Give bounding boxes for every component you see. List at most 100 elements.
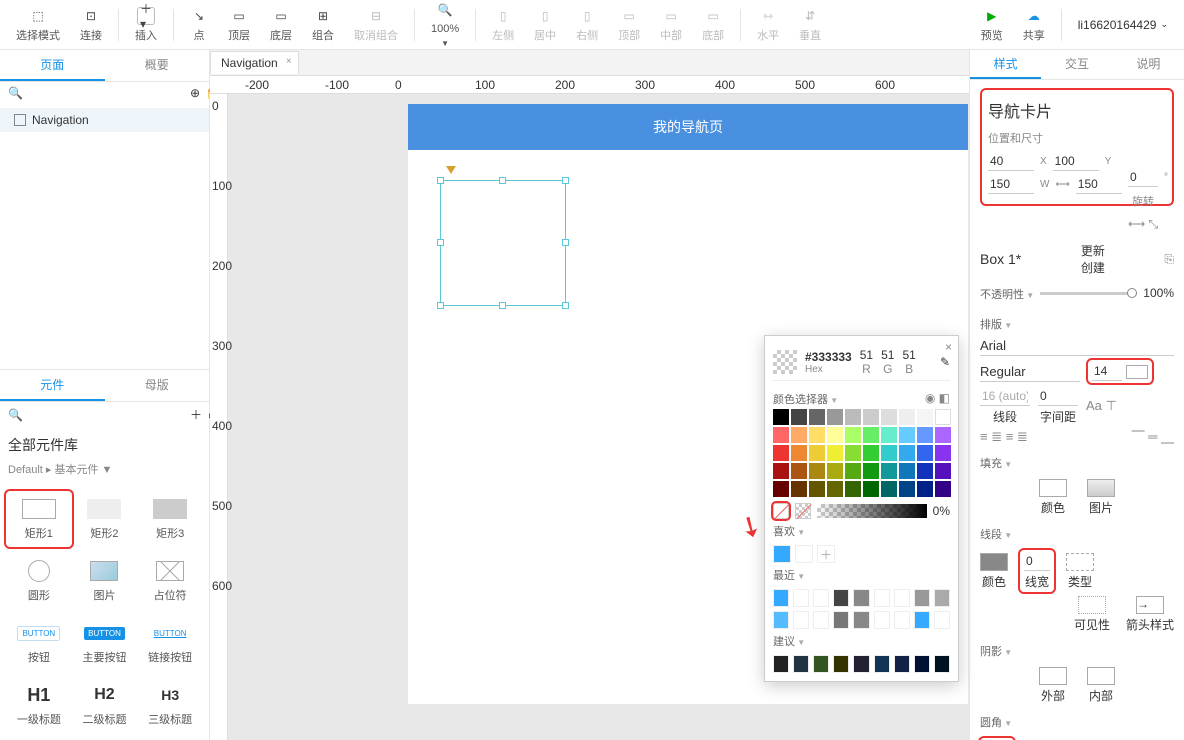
- recent-label[interactable]: 最近: [773, 563, 950, 585]
- tab-interact[interactable]: 交互: [1041, 50, 1112, 79]
- font-select[interactable]: [980, 336, 1174, 356]
- line-width-input[interactable]: [1024, 552, 1050, 571]
- opacity-value[interactable]: 100%: [1143, 286, 1174, 300]
- create-style-link[interactable]: 创建: [1081, 259, 1105, 276]
- weight-select[interactable]: [980, 362, 1080, 382]
- style-menu-icon[interactable]: ⎘: [1164, 252, 1174, 267]
- insert-button[interactable]: ＋▾插入: [127, 5, 165, 45]
- update-style-link[interactable]: 更新: [1081, 242, 1105, 259]
- color-wheel-icon[interactable]: ◉ ◧: [925, 391, 950, 405]
- align-vcenter-button[interactable]: ▭中部: [652, 5, 690, 45]
- widget-h1[interactable]: H1一级标题: [6, 677, 72, 733]
- y-input[interactable]: [1053, 152, 1099, 171]
- arrow-style-swatch[interactable]: →: [1136, 596, 1164, 614]
- favorites-label[interactable]: 喜欢: [773, 519, 950, 541]
- widget-primary-button[interactable]: BUTTON主要按钮: [72, 615, 138, 671]
- share-button[interactable]: ☁共享: [1015, 5, 1053, 45]
- zoom-control[interactable]: 🔍100%▼: [423, 0, 467, 50]
- widget-breadcrumb[interactable]: Default ▸ 基本元件 ▼: [8, 457, 201, 481]
- widget-rect1[interactable]: 矩形1: [6, 491, 72, 547]
- dist-v-button[interactable]: ⇵垂直: [791, 5, 829, 45]
- widget-h2[interactable]: H2二级标题: [72, 677, 138, 733]
- line-type-swatch[interactable]: [1066, 553, 1094, 571]
- color-swatch-icon[interactable]: [1126, 365, 1148, 379]
- shadow-section[interactable]: 阴影: [980, 637, 1174, 663]
- line-color-swatch[interactable]: [980, 553, 1008, 571]
- close-tab-icon[interactable]: ×: [286, 56, 292, 67]
- add-icon[interactable]: ＋: [190, 406, 202, 423]
- color-selector-label[interactable]: 颜色选择器: [773, 387, 950, 409]
- opacity-slider[interactable]: [817, 504, 927, 518]
- user-menu[interactable]: li16620164429⌄: [1070, 18, 1176, 32]
- widget-image[interactable]: 图片: [72, 553, 138, 609]
- connect-button[interactable]: ⊡连接: [72, 5, 110, 45]
- select-mode-button[interactable]: ⬚选择模式: [8, 5, 68, 45]
- tab-masters[interactable]: 母版: [105, 370, 210, 401]
- align-right-button[interactable]: ▯右侧: [568, 5, 606, 45]
- line-section[interactable]: 线段: [980, 520, 1174, 546]
- align-top-button[interactable]: ▭顶部: [610, 5, 648, 45]
- send-bottom-button[interactable]: ▭底层: [262, 5, 300, 45]
- align-icons[interactable]: ≡ ≣ ≡ ≣: [980, 429, 1028, 445]
- hex-value[interactable]: #333333: [805, 350, 852, 364]
- widget-search[interactable]: 🔍＋▭⋮: [0, 402, 209, 427]
- widget-placeholder[interactable]: 占位符: [137, 553, 203, 609]
- fill-image-swatch[interactable]: [1087, 479, 1115, 497]
- fill-section[interactable]: 填充: [980, 449, 1174, 475]
- tab-notes[interactable]: 说明: [1113, 50, 1184, 79]
- position-label: 位置和尺寸: [988, 128, 1166, 148]
- page-item-navigation[interactable]: Navigation: [0, 108, 209, 132]
- widget-h3[interactable]: H3三级标题: [137, 677, 203, 733]
- corner-section[interactable]: 圆角: [980, 708, 1174, 734]
- file-tab-navigation[interactable]: Navigation×: [210, 51, 299, 74]
- line-height-input[interactable]: [980, 387, 1030, 406]
- w-input[interactable]: [988, 175, 1034, 194]
- fill-color-swatch[interactable]: [1039, 479, 1067, 497]
- close-picker-icon[interactable]: ×: [945, 340, 952, 354]
- widget-rect2[interactable]: 矩形2: [72, 491, 138, 547]
- valign-icons[interactable]: ⎺ ═ ⎽: [1132, 429, 1174, 445]
- line-visibility-swatch[interactable]: [1078, 596, 1106, 614]
- transparent-swatch[interactable]: [795, 503, 811, 519]
- text-transform-icons[interactable]: Aa ⊤: [1086, 398, 1117, 414]
- align-hcenter-button[interactable]: ▯居中: [526, 5, 564, 45]
- rotation-input[interactable]: [1128, 168, 1158, 187]
- letter-spacing-input[interactable]: [1038, 387, 1078, 406]
- banner[interactable]: 我的导航页: [408, 104, 968, 150]
- widget-rect3[interactable]: 矩形3: [137, 491, 203, 547]
- tab-pages[interactable]: 页面: [0, 50, 105, 81]
- no-color-swatch[interactable]: [773, 503, 789, 519]
- tab-widgets[interactable]: 元件: [0, 370, 105, 401]
- tab-style[interactable]: 样式: [970, 50, 1041, 79]
- outer-shadow-swatch[interactable]: [1039, 667, 1067, 685]
- selected-box[interactable]: [440, 180, 566, 306]
- tab-outline[interactable]: 概要: [105, 50, 210, 81]
- font-size-input[interactable]: [1092, 362, 1122, 381]
- page-search-input[interactable]: [29, 86, 184, 100]
- h-input[interactable]: [1076, 175, 1122, 194]
- page-search[interactable]: 🔍⊕📁: [0, 82, 209, 104]
- widget-search-input[interactable]: [29, 408, 184, 422]
- widget-circle[interactable]: 圆形: [6, 553, 72, 609]
- add-page-icon[interactable]: ⊕: [190, 86, 200, 100]
- x-input[interactable]: [988, 152, 1034, 171]
- color-grid[interactable]: [773, 409, 950, 497]
- eyedropper-icon[interactable]: ✎: [940, 355, 950, 369]
- point-button[interactable]: ↘点: [182, 5, 216, 45]
- dist-h-button[interactable]: ⇿水平: [749, 5, 787, 45]
- add-favorite-icon[interactable]: ＋: [817, 545, 835, 563]
- page-icon: [14, 114, 26, 126]
- layout-section[interactable]: 排版: [980, 310, 1174, 336]
- ungroup-button[interactable]: ⊟取消组合: [346, 5, 406, 45]
- widget-link-button[interactable]: BUTTON链接按钮: [137, 615, 203, 671]
- align-bottom-button[interactable]: ▭底部: [694, 5, 732, 45]
- widget-button[interactable]: BUTTON按钮: [6, 615, 72, 671]
- preview-button[interactable]: ▶预览: [973, 5, 1011, 45]
- opacity-value[interactable]: 0%: [933, 504, 950, 518]
- inner-shadow-swatch[interactable]: [1087, 667, 1115, 685]
- suggest-label[interactable]: 建议: [773, 629, 950, 651]
- align-left-button[interactable]: ▯左侧: [484, 5, 522, 45]
- bring-top-button[interactable]: ▭顶层: [220, 5, 258, 45]
- widget-name[interactable]: 导航卡片: [988, 96, 1166, 128]
- group-button[interactable]: ⊞组合: [304, 5, 342, 45]
